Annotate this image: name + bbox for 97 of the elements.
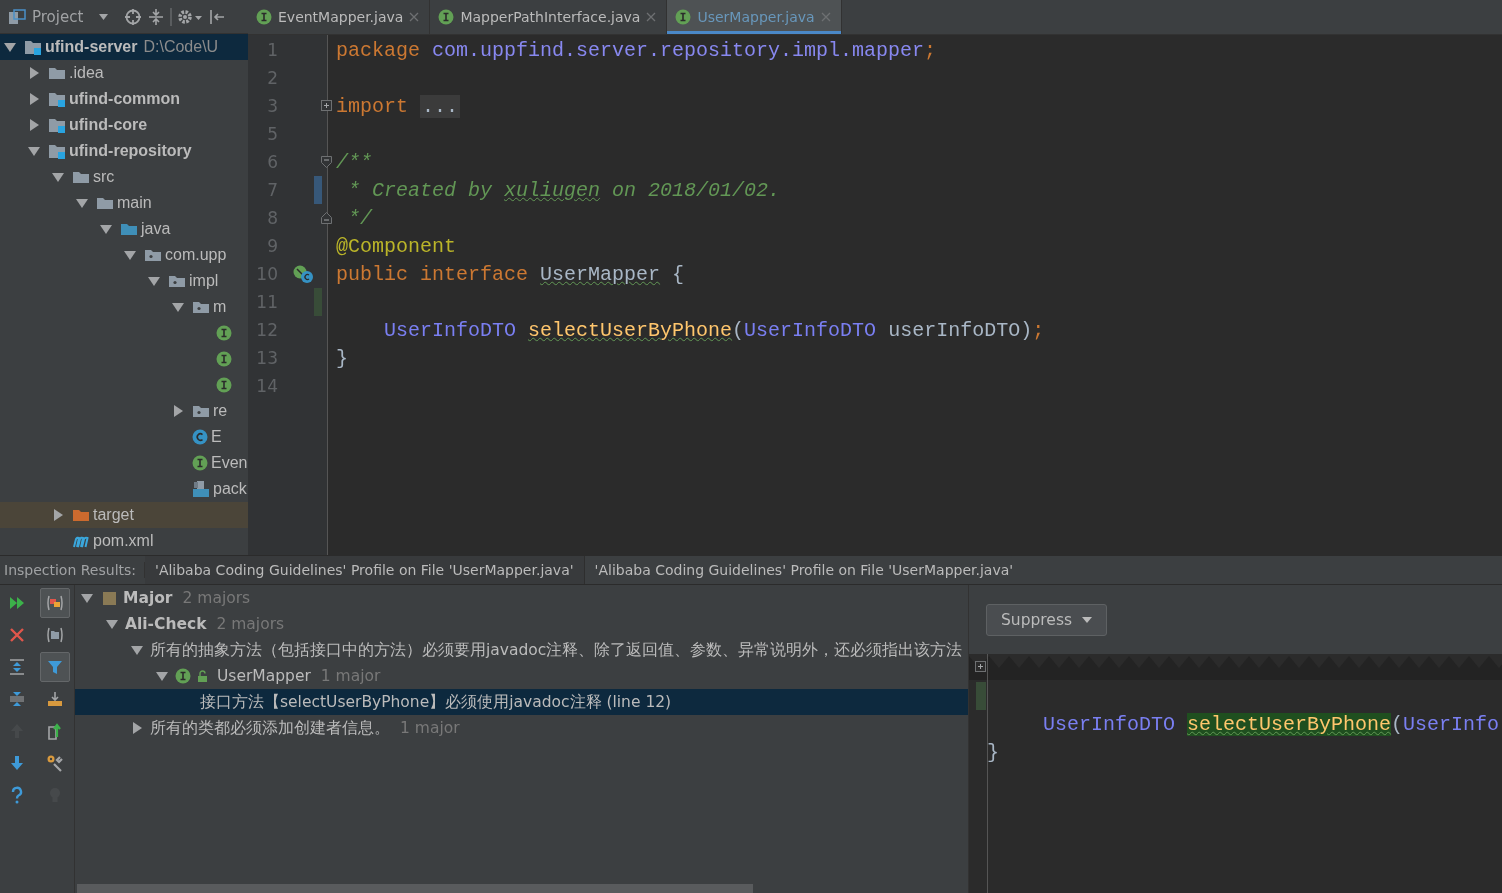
tree-row[interactable]: Even [0, 450, 248, 476]
open-source-icon [46, 722, 64, 740]
filter-button[interactable] [40, 652, 70, 682]
change-marker [976, 682, 986, 710]
change-marker [314, 288, 322, 316]
collapse-icon [148, 7, 165, 26]
severity-icon [103, 591, 116, 605]
package-folder-icon [168, 273, 186, 289]
code-line: @Component [336, 234, 457, 258]
wrench-icon [46, 754, 64, 772]
close-icon [820, 12, 831, 22]
folder-icon [72, 507, 90, 523]
code-token: selectUserByPhone [528, 318, 733, 342]
code-line: public interface UserMapper { [336, 262, 685, 286]
module-folder-icon [48, 117, 66, 133]
caret-icon [99, 13, 109, 20]
tree-row[interactable]: impl [0, 268, 248, 294]
interface-icon [216, 377, 232, 393]
suppress-button[interactable]: Suppress [986, 603, 1108, 636]
folder-icon [72, 169, 90, 185]
tree-row[interactable]: ufind-server D:\Code\U [0, 34, 248, 60]
hide-panel-icon [208, 7, 227, 26]
caret-icon [1082, 616, 1093, 623]
change-marker [314, 176, 322, 204]
interface-icon [256, 9, 272, 25]
java-file-icon [192, 480, 210, 498]
tree-row[interactable]: ufind-common [0, 86, 248, 112]
severity-group-button[interactable] [40, 588, 70, 618]
scrollbar[interactable] [77, 884, 753, 893]
module-folder-icon [48, 91, 66, 107]
tree-row[interactable]: pom.xml [0, 528, 248, 554]
interface-icon [216, 351, 232, 367]
close-icon [409, 12, 420, 22]
tree-row[interactable]: ufind-repository [0, 138, 248, 164]
code-line: UserInfoDTO selectUserByPhone(UserInfoDTO userInfoDTO); [384, 318, 1045, 342]
results-tab[interactable]: 'Alibaba Coding Guidelines' Profile on File 'UserMapper.java' [145, 556, 585, 584]
code-line: /** [336, 150, 372, 174]
tree-row[interactable]: m [0, 294, 248, 320]
tree-row[interactable]: main [0, 190, 248, 216]
rerun-icon [8, 594, 26, 612]
tree-row[interactable]: target [0, 502, 248, 528]
tree-row[interactable]: pack [0, 476, 248, 502]
tree-row[interactable]: ufind-core [0, 112, 248, 138]
module-folder-icon [48, 143, 66, 159]
tree-row[interactable]: .idea [0, 60, 248, 86]
code-line: import ... [336, 94, 461, 118]
collapse-all-icon [8, 690, 26, 708]
folder-icon [96, 195, 114, 211]
code-line: */ [347, 206, 372, 230]
tree-row[interactable]: 接口方法【selectUserByPhone】必须使用javadoc注释 (line 12) [75, 689, 968, 715]
interface-icon [438, 9, 455, 25]
tree-row[interactable]: src [0, 164, 248, 190]
view-selector[interactable]: Project [32, 7, 109, 26]
code-line: } [987, 740, 999, 764]
code-line: } [336, 346, 348, 370]
code-line: UserInfoDTO selectUserByPhone(UserInfo [1043, 712, 1500, 736]
code-line: package com.uppfind.server.repository.impl.mapper; [336, 38, 937, 62]
results-tab[interactable]: 'Alibaba Coding Guidelines' Profile on File 'UserMapper.java' [584, 556, 1024, 584]
tree-row[interactable]: Major 2 majors [75, 585, 968, 611]
severity-group-icon [46, 594, 64, 612]
interface-icon [675, 9, 692, 25]
project-view-icon [8, 8, 26, 25]
tree-row[interactable]: UserMapper 1 major [75, 663, 968, 689]
close-icon [8, 626, 26, 644]
implemented-icon [292, 264, 314, 284]
package-folder-icon [192, 403, 210, 419]
settings-icon [170, 7, 203, 26]
code-line: * Created by xuliugen on 2018/01/02. [347, 178, 781, 202]
lock-icon [197, 670, 209, 682]
directory-group-icon [46, 626, 64, 644]
tree-row[interactable]: 所有的类都必须添加创建者信息。 1 major [75, 715, 968, 741]
code-token: selectUserByPhone [1187, 712, 1392, 736]
close-icon [646, 12, 657, 22]
code-token: xuliugen [504, 178, 601, 202]
tree-row[interactable]: 所有的抽象方法（包括接口中的方法）必须要用javadoc注释、除了返回值、参数、异常说明外，还必须指出该方法 [75, 637, 968, 663]
tree-row[interactable]: com.upp [0, 242, 248, 268]
editor-tab[interactable]: EventMapper.java [248, 0, 431, 34]
tree-row[interactable]: E [0, 424, 248, 450]
down-arrow-icon [8, 754, 26, 772]
interface-icon [192, 455, 208, 471]
export-icon [46, 690, 64, 708]
tree-row[interactable]: re [0, 398, 248, 424]
locate-icon [124, 7, 143, 26]
package-folder-icon [144, 247, 162, 263]
module-folder-icon [24, 39, 42, 55]
filter-icon [46, 658, 64, 676]
interface-icon [216, 325, 232, 341]
folder-icon [48, 65, 66, 81]
tree-row[interactable]: java [0, 216, 248, 242]
interface-icon [175, 668, 191, 684]
tree-row[interactable]: Ali-Check 2 majors [75, 611, 968, 637]
code-token: UserMapper [540, 262, 661, 286]
package-folder-icon [192, 299, 210, 315]
folder-icon [120, 221, 138, 237]
expand-all-icon [8, 658, 26, 676]
class-icon [192, 429, 208, 445]
expand-fold-icon [975, 661, 986, 672]
